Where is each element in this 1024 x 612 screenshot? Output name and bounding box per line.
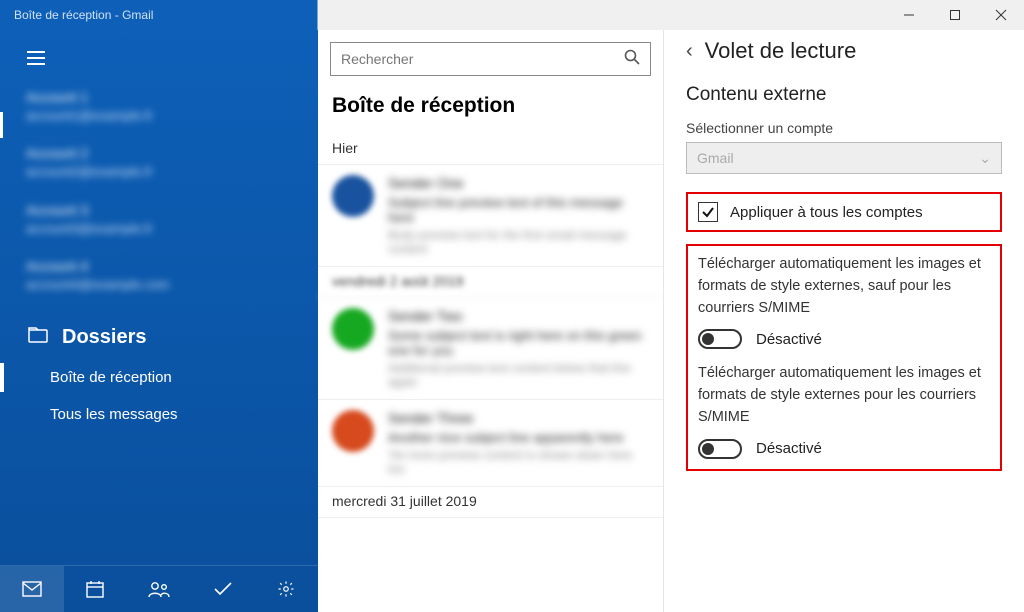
hamburger-menu-button[interactable] (16, 40, 56, 76)
setting-description: Télécharger automatiquement les images e… (698, 254, 990, 319)
maximize-button[interactable] (932, 0, 978, 30)
folders-label: Dossiers (62, 326, 147, 349)
account-select[interactable]: Gmail ⌄ (686, 142, 1002, 174)
message-list-panel: Boîte de réception Hier Sender OneSubjec… (318, 30, 664, 612)
settings-nav-button[interactable] (254, 566, 318, 612)
mail-nav-button[interactable] (0, 566, 64, 612)
download-settings-highlight: Télécharger automatiquement les images e… (686, 244, 1002, 471)
chevron-down-icon: ⌄ (979, 150, 991, 167)
folder-inbox[interactable]: Boîte de réception (0, 359, 318, 396)
search-icon (624, 49, 640, 70)
avatar (332, 175, 374, 217)
date-group-header: vendredi 2 août 2019 (318, 267, 663, 298)
reading-pane-settings-panel: ‹ Volet de lecture Contenu externe Sélec… (664, 30, 1024, 612)
selection-indicator (0, 112, 3, 138)
folders-header: Dossiers (0, 320, 318, 359)
window-controls (886, 0, 1024, 30)
date-group-header: Hier (318, 134, 663, 165)
account-item[interactable]: Account 2account2@example.fr (26, 144, 292, 180)
todo-nav-button[interactable] (191, 566, 255, 612)
close-button[interactable] (978, 0, 1024, 30)
toggle-state-label: Désactivé (756, 440, 822, 457)
minimize-button[interactable] (886, 0, 932, 30)
select-value: Gmail (697, 150, 734, 166)
section-title: Contenu externe (686, 84, 1002, 106)
window-title: Boîte de réception - Gmail (0, 8, 153, 22)
setting-description: Télécharger automatiquement les images e… (698, 363, 990, 428)
account-item[interactable]: Account 3account3@example.fr (26, 201, 292, 237)
folder-label: Boîte de réception (50, 369, 172, 386)
apply-all-label: Appliquer à tous les comptes (730, 204, 923, 221)
avatar (332, 308, 374, 350)
folder-label: Tous les messages (50, 406, 178, 423)
account-item[interactable]: Account 1account1@example.fr (26, 88, 292, 124)
back-button[interactable]: ‹ (686, 40, 693, 63)
message-item[interactable]: Sender TwoSome subject text is right her… (318, 298, 663, 400)
search-box[interactable] (330, 42, 651, 76)
select-account-label: Sélectionner un compte (686, 120, 1002, 136)
bottom-nav (0, 565, 318, 612)
auto-download-smime-toggle[interactable] (698, 439, 742, 459)
apply-all-checkbox[interactable] (698, 202, 718, 222)
inbox-heading: Boîte de réception (318, 94, 663, 134)
avatar (332, 410, 374, 452)
auto-download-toggle[interactable] (698, 329, 742, 349)
folder-icon (28, 326, 48, 349)
apply-all-highlight: Appliquer à tous les comptes (686, 192, 1002, 232)
account-item[interactable]: Account 4account4@example.com (26, 257, 292, 293)
message-item[interactable]: Sender OneSubject line preview text of t… (318, 165, 663, 267)
message-item[interactable]: Sender ThreeAnother nice subject line ap… (318, 400, 663, 487)
titlebar: Boîte de réception - Gmail (0, 0, 1024, 30)
date-group-header: mercredi 31 juillet 2019 (318, 487, 663, 518)
toggle-state-label: Désactivé (756, 331, 822, 348)
folder-all-messages[interactable]: Tous les messages (0, 396, 318, 433)
people-nav-button[interactable] (127, 566, 191, 612)
panel-title: Volet de lecture (705, 38, 857, 64)
accounts-list: Account 1account1@example.fr Account 2ac… (0, 82, 318, 320)
sidebar: Account 1account1@example.fr Account 2ac… (0, 30, 318, 612)
calendar-nav-button[interactable] (64, 566, 128, 612)
search-input[interactable] (341, 51, 624, 67)
